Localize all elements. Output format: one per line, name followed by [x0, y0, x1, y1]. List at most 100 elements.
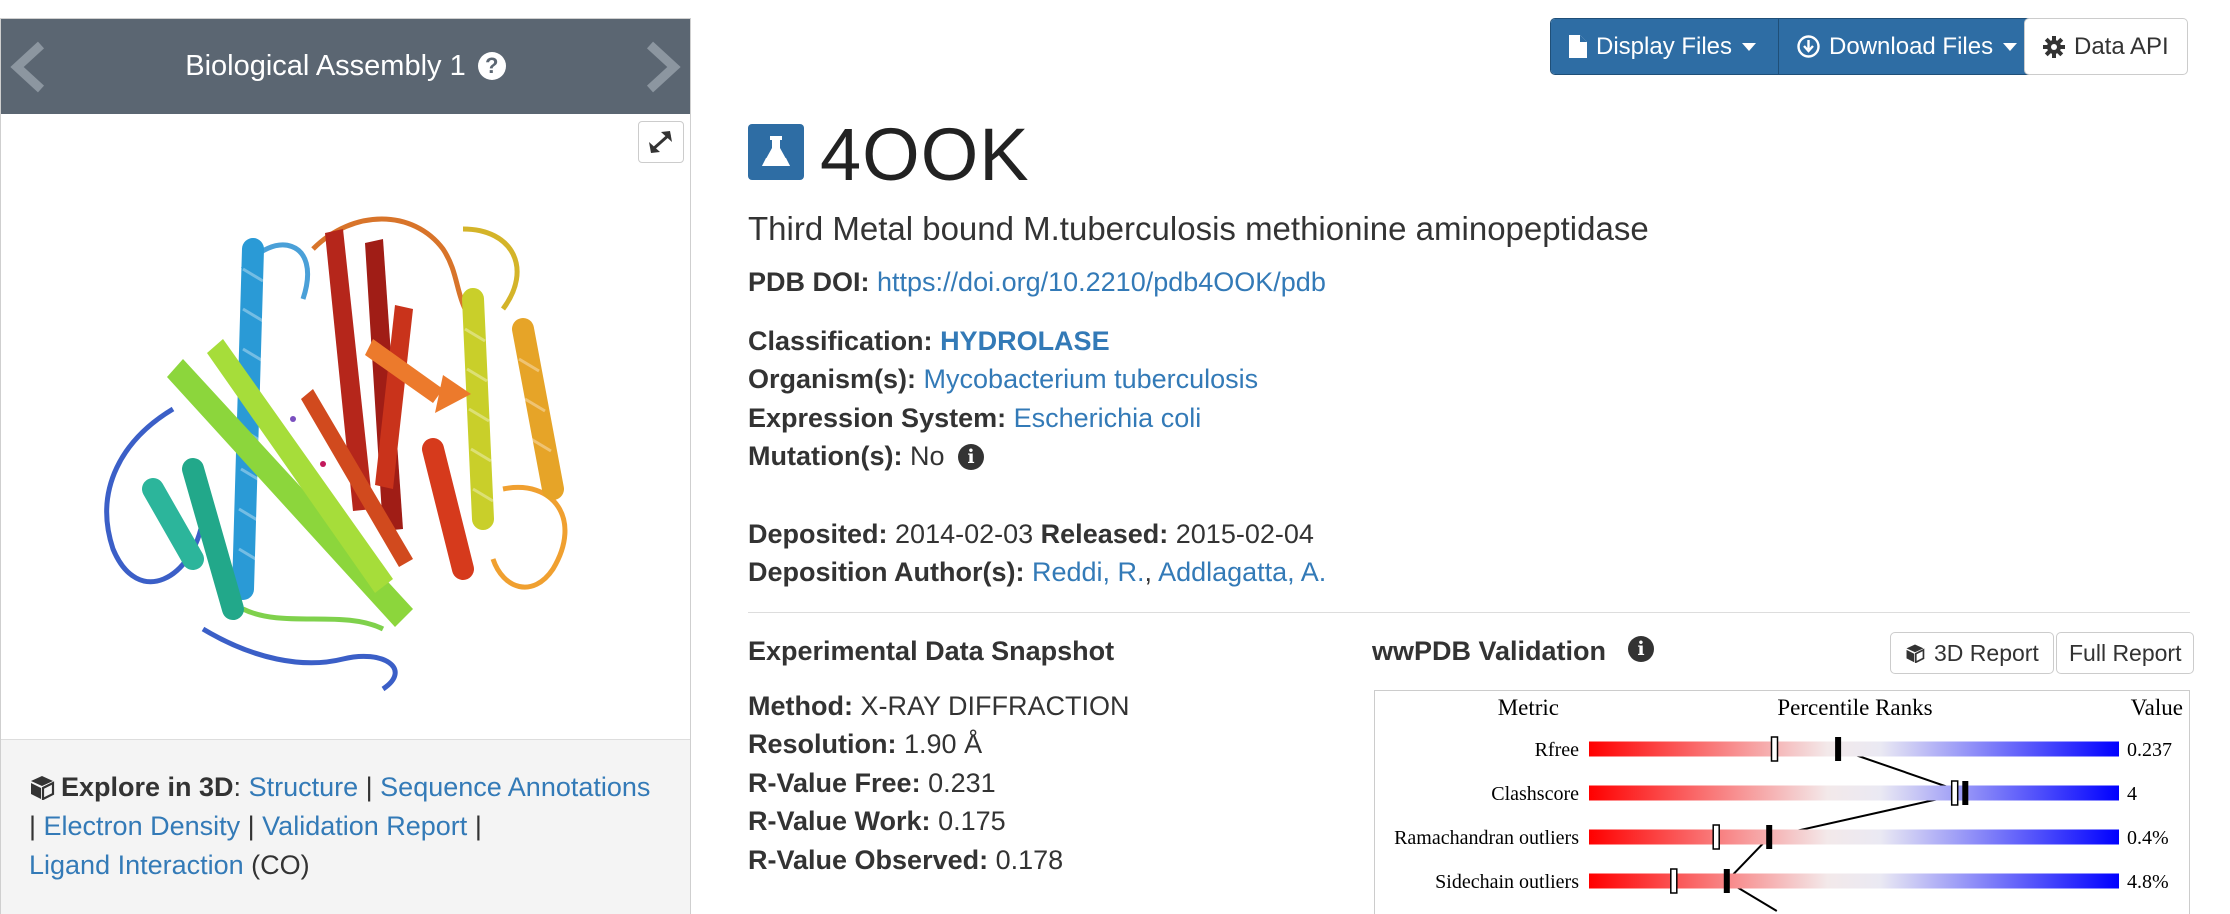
- deposited-date: 2014-02-03: [895, 519, 1034, 549]
- method-value: X-RAY DIFFRACTION: [860, 691, 1130, 721]
- r-value-observed-value: 0.178: [995, 845, 1064, 875]
- classification-label: Classification:: [748, 326, 933, 356]
- cube-icon: [1906, 644, 1925, 663]
- metric-header: Metric: [1498, 695, 1559, 720]
- explore-label: Explore in 3D: [61, 772, 234, 802]
- explore-colon: :: [233, 772, 242, 802]
- display-files-button[interactable]: Display Files: [1551, 19, 1779, 74]
- file-button-group: Display Files Download Files: [1550, 18, 2041, 75]
- ligand-interaction-link[interactable]: Ligand Interaction: [29, 850, 244, 880]
- metric-value: 4.8%: [2127, 871, 2169, 893]
- r-value-free-value: 0.231: [928, 768, 996, 798]
- classification-link[interactable]: HYDROLASE: [940, 326, 1110, 356]
- metric-label: Clashscore: [1491, 783, 1579, 805]
- gear-icon: [2043, 35, 2065, 58]
- method-row: Method: X-RAY DIFFRACTION: [748, 691, 1130, 722]
- separator: |: [474, 811, 482, 841]
- full-report-button[interactable]: Full Report: [2056, 632, 2195, 674]
- organism-link[interactable]: Mycobacterium tuberculosis: [924, 364, 1259, 394]
- percentile-resolution-marker: [1962, 781, 1969, 805]
- deposited-label: Deposited:: [748, 519, 888, 549]
- structure-viewer-panel: Biological Assembly 1? Explore in 3D: St…: [0, 18, 691, 914]
- entry-title: Third Metal bound M.tuberculosis methion…: [748, 210, 1649, 247]
- percentile-all-marker: [1950, 780, 1959, 806]
- sequence-annotations-link[interactable]: Sequence Annotations: [380, 772, 650, 802]
- metric-value: 0.4%: [2127, 827, 2169, 849]
- viewer-title-row: Biological Assembly 1?: [1, 50, 690, 83]
- r-value-work-label: R-Value Work:: [748, 806, 931, 836]
- protein-structure-image[interactable]: [83, 189, 603, 699]
- percentile-bar: [1589, 785, 2119, 801]
- file-icon: [1569, 35, 1587, 58]
- percentile-all-marker: [1770, 736, 1779, 762]
- validation-report-link[interactable]: Validation Report: [262, 811, 467, 841]
- separator: |: [247, 811, 255, 841]
- download-files-button[interactable]: Download Files: [1778, 19, 2040, 74]
- metric-value: 4: [2127, 783, 2137, 805]
- chevron-right-icon[interactable]: [638, 39, 684, 95]
- authors-row: Deposition Author(s): Reddi, R., Addlaga…: [748, 557, 1326, 588]
- value-header: Value: [2131, 695, 2183, 720]
- organism-row: Organism(s): Mycobacterium tuberculosis: [748, 364, 1258, 395]
- expression-system-row: Expression System: Escherichia coli: [748, 403, 1201, 434]
- separator: |: [29, 811, 37, 841]
- percentile-bar: [1589, 741, 2119, 757]
- data-api-label: Data API: [2074, 32, 2169, 60]
- resolution-value: 1.90 Å: [904, 729, 983, 759]
- mutation-row: Mutation(s): No i: [748, 441, 985, 472]
- structure-link[interactable]: Structure: [249, 772, 359, 802]
- info-icon[interactable]: i: [958, 444, 985, 470]
- data-api-button[interactable]: Data API: [2024, 18, 2188, 75]
- display-files-label: Display Files: [1596, 32, 1733, 60]
- metric-value: 0.237: [2127, 739, 2172, 761]
- percentile-bar: [1589, 873, 2119, 889]
- caret-down-icon: [1742, 42, 1757, 51]
- classification-row: Classification: HYDROLASE: [748, 326, 1110, 357]
- ligand-code: (CO): [251, 850, 310, 880]
- doi-label: PDB DOI:: [748, 267, 870, 297]
- doi-row: PDB DOI: https://doi.org/10.2210/pdb4OOK…: [748, 267, 1326, 298]
- method-label: Method:: [748, 691, 853, 721]
- expand-viewer-button[interactable]: [638, 121, 684, 163]
- authors-label: Deposition Author(s):: [748, 557, 1025, 587]
- metric-label: Ramachandran outliers: [1394, 827, 1579, 849]
- viewer-header: Biological Assembly 1?: [1, 19, 690, 114]
- percentile-header: Percentile Ranks: [1777, 695, 1932, 720]
- author-separator: ,: [1144, 557, 1153, 587]
- r-value-observed-label: R-Value Observed:: [748, 845, 989, 875]
- doi-link[interactable]: https://doi.org/10.2210/pdb4OOK/pdb: [877, 267, 1326, 297]
- resolution-row: Resolution: 1.90 Å: [748, 729, 982, 760]
- validation-title: wwPDB Validation: [1372, 636, 1607, 666]
- r-value-work-row: R-Value Work: 0.175: [748, 806, 1006, 837]
- r-value-work-value: 0.175: [938, 806, 1006, 836]
- electron-density-link[interactable]: Electron Density: [44, 811, 241, 841]
- info-icon[interactable]: i: [1628, 636, 1654, 662]
- explore-in-3d-box: Explore in 3D: Structure | Sequence Anno…: [1, 739, 690, 914]
- validation-slider-chart[interactable]: Metric Percentile Ranks Value Rfree 0.237…: [1374, 690, 2190, 914]
- percentile-bar: [1589, 829, 2119, 845]
- full-report-label: Full Report: [2069, 639, 2182, 666]
- mutation-value: No: [909, 441, 945, 471]
- r-value-free-row: R-Value Free: 0.231: [748, 768, 996, 799]
- author-link[interactable]: Reddi, R.: [1032, 557, 1145, 587]
- experimental-data-title: Experimental Data Snapshot: [748, 636, 1115, 666]
- r-value-observed-row: R-Value Observed: 0.178: [748, 845, 1063, 876]
- author-link[interactable]: Addlagatta, A.: [1158, 557, 1326, 587]
- expression-system-label: Expression System:: [748, 403, 1007, 433]
- expand-icon: [649, 131, 672, 153]
- entry-id: 4OOK: [820, 113, 1030, 196]
- percentile-resolution-marker: [1723, 869, 1730, 893]
- released-date: 2015-02-04: [1175, 519, 1314, 549]
- explore-links: Explore in 3D: Structure | Sequence Anno…: [29, 768, 669, 885]
- caret-down-icon: [2003, 42, 2018, 51]
- flask-icon: [748, 124, 804, 180]
- metric-label: Rfree: [1535, 739, 1580, 761]
- separator: |: [365, 772, 373, 802]
- organism-label: Organism(s):: [748, 364, 917, 394]
- 3d-report-button[interactable]: 3D Report: [1890, 632, 2054, 674]
- question-circle-icon[interactable]: ?: [477, 52, 506, 80]
- percentile-resolution-marker: [1835, 737, 1842, 761]
- dates-row: Deposited: 2014-02-03 Released: 2015-02-…: [748, 519, 1314, 550]
- assembly-title: Biological Assembly 1: [185, 50, 466, 82]
- expression-system-link[interactable]: Escherichia coli: [1014, 403, 1202, 433]
